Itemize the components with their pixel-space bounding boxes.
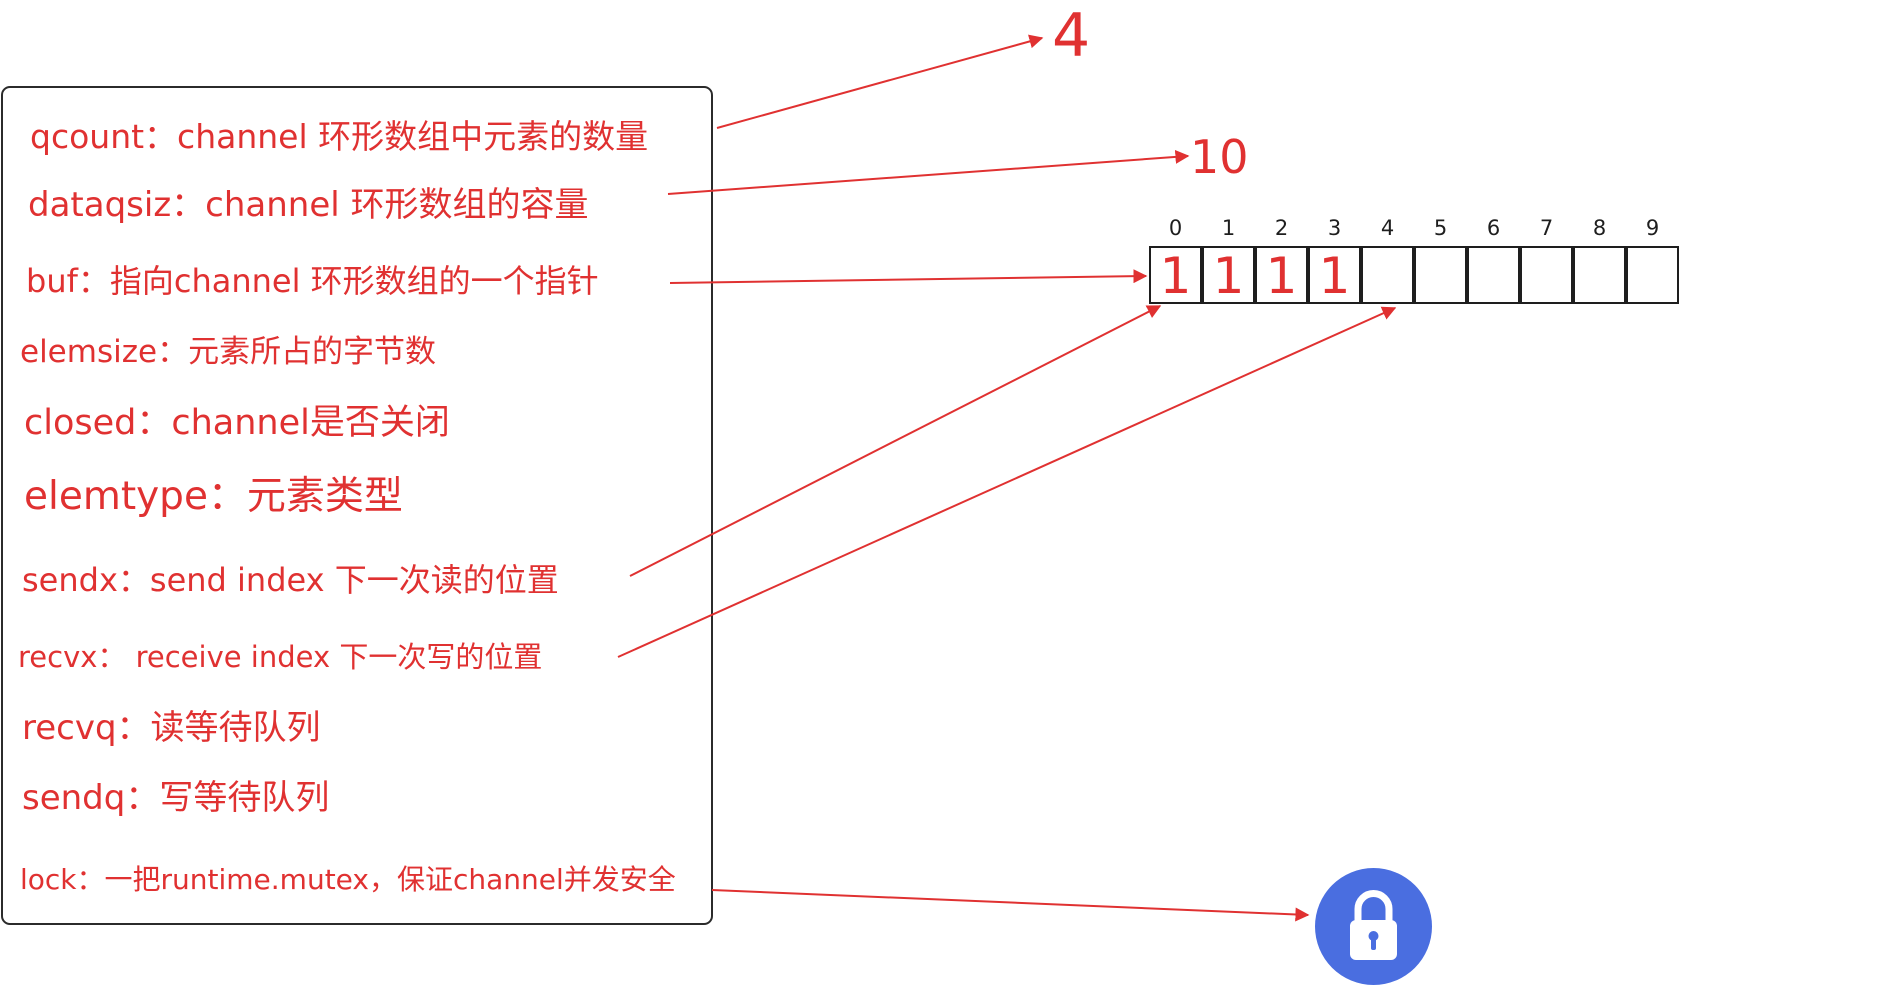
dataqsiz-value: 10 <box>1190 130 1249 184</box>
buffer-cell-7 <box>1520 246 1573 304</box>
field-lock: lock：一把runtime.mutex，保证channel并发安全 <box>20 863 676 896</box>
arrow-dataqsiz <box>667 149 1190 195</box>
arrow-recvx <box>617 306 1397 658</box>
buffer-index-2: 2 <box>1274 216 1289 240</box>
field-buf: buf：指向channel 环形数组的一个指针 <box>26 262 599 300</box>
buffer-cell-5 <box>1414 246 1467 304</box>
buffer-index-7: 7 <box>1539 216 1554 240</box>
buffer-index-3: 3 <box>1327 216 1342 240</box>
buffer-cell-6 <box>1467 246 1520 304</box>
buffer-index-1: 1 <box>1221 216 1236 240</box>
field-sendx: sendx：send index 下一次读的位置 <box>22 561 559 599</box>
buffer-index-9: 9 <box>1645 216 1660 240</box>
qcount-value: 4 <box>1052 1 1091 71</box>
field-elemsize: elemsize：元素所占的字节数 <box>20 334 437 370</box>
buffer-cell-3: 1 <box>1308 246 1361 304</box>
field-elemtype: elemtype：元素类型 <box>24 474 403 519</box>
channel-diagram: qcount：channel 环形数组中元素的数量 dataqsiz：chann… <box>0 0 1886 985</box>
buffer-index-4: 4 <box>1380 216 1395 240</box>
field-recvq: recvq：读等待队列 <box>22 708 321 748</box>
field-closed: closed：channel是否关闭 <box>24 403 450 443</box>
arrow-lock <box>711 889 1310 922</box>
buffer-cell-9 <box>1626 246 1679 304</box>
field-qcount: qcount：channel 环形数组中元素的数量 <box>30 117 649 156</box>
lock-badge <box>1315 868 1432 985</box>
buffer-cell-4 <box>1361 246 1414 304</box>
field-recvx: recvx： receive index 下一次写的位置 <box>18 640 543 674</box>
field-sendq: sendq：写等待队列 <box>22 778 330 818</box>
padlock-icon <box>1350 890 1397 960</box>
buffer-index-8: 8 <box>1592 216 1607 240</box>
buffer-cell-0: 1 <box>1149 246 1202 304</box>
arrow-qcount <box>716 34 1044 129</box>
arrow-buf <box>669 269 1148 284</box>
buffer-index-6: 6 <box>1486 216 1501 240</box>
buffer-cell-1: 1 <box>1202 246 1255 304</box>
field-dataqsiz: dataqsiz：channel 环形数组的容量 <box>28 185 589 225</box>
buffer-cell-8 <box>1573 246 1626 304</box>
buffer-index-0: 0 <box>1168 216 1183 240</box>
buffer-index-5: 5 <box>1433 216 1448 240</box>
buffer-cell-2: 1 <box>1255 246 1308 304</box>
